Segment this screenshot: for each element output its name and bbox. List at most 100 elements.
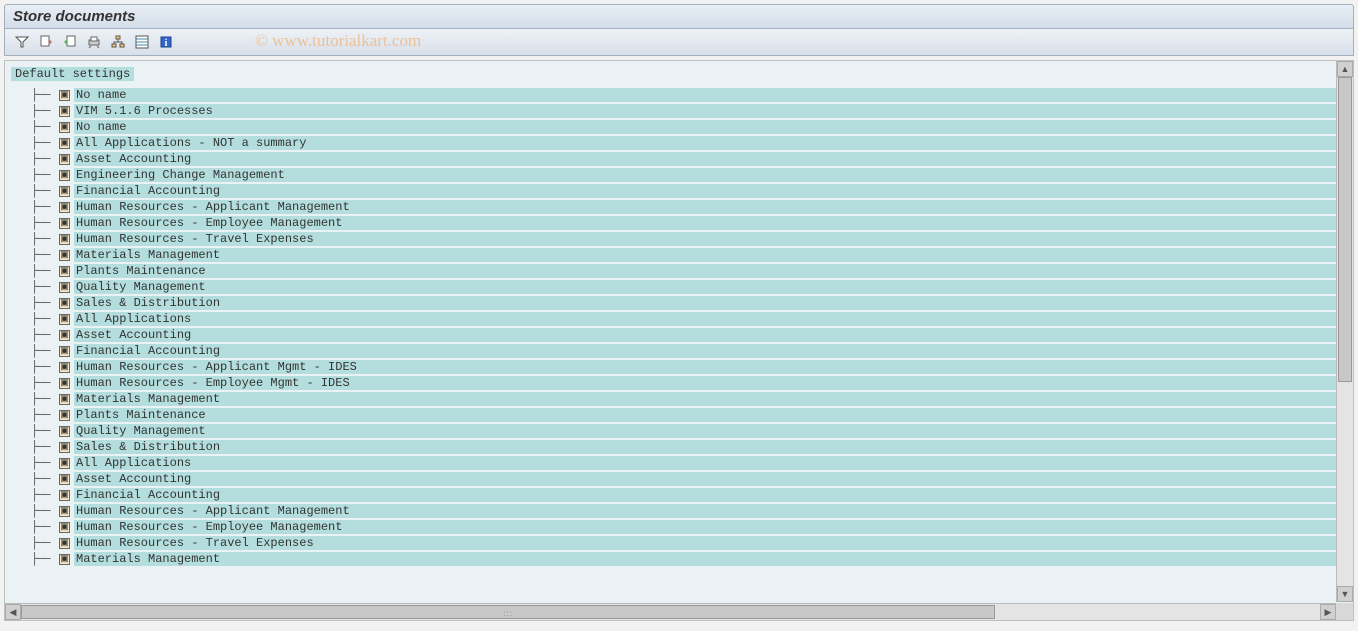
tree-item[interactable]: ▣ All Applications - NOT a summary	[31, 135, 1345, 151]
tree-item[interactable]: ▣ No name	[31, 87, 1345, 103]
tree-item-label[interactable]: Sales & Distribution	[74, 440, 1345, 454]
tree-item[interactable]: ▣ Financial Accounting	[31, 487, 1345, 503]
expand-icon[interactable]: ▣	[59, 154, 70, 165]
expand-icon[interactable]: ▣	[59, 522, 70, 533]
tree-item-label[interactable]: Plants Maintenance	[74, 408, 1345, 422]
tree-item-label[interactable]: Quality Management	[74, 424, 1345, 438]
expand-icon[interactable]: ▣	[59, 378, 70, 389]
tree-item[interactable]: ▣ Quality Management	[31, 279, 1345, 295]
tree-item-label[interactable]: Human Resources - Employee Management	[74, 216, 1345, 230]
expand-icon[interactable]: ▣	[59, 538, 70, 549]
scroll-up-icon[interactable]: ▲	[1337, 61, 1353, 77]
tree-item[interactable]: ▣ Human Resources - Employee Management	[31, 215, 1345, 231]
tree-item-label[interactable]: Engineering Change Management	[74, 168, 1345, 182]
tree-item-label[interactable]: Human Resources - Applicant Management	[74, 504, 1345, 518]
inner-vertical-scrollbar[interactable]: ▲ ▼	[1336, 61, 1353, 602]
tree-item-label[interactable]: Financial Accounting	[74, 488, 1345, 502]
tree-item-label[interactable]: Quality Management	[74, 280, 1345, 294]
info-icon[interactable]: i	[157, 33, 175, 51]
list-icon[interactable]	[133, 33, 151, 51]
tree-item-label[interactable]: No name	[74, 120, 1345, 134]
expand-icon[interactable]: ▣	[59, 362, 70, 373]
tree-item-label[interactable]: All Applications	[74, 456, 1345, 470]
scroll-left-icon[interactable]: ◀	[5, 604, 21, 620]
tree-item[interactable]: ▣ No name	[31, 119, 1345, 135]
inner-horizontal-scrollbar[interactable]: ◀ ::: ▶	[5, 603, 1336, 620]
tree-item[interactable]: ▣ Human Resources - Applicant Mgmt - IDES	[31, 359, 1345, 375]
tree-item[interactable]: ▣ Human Resources - Travel Expenses	[31, 231, 1345, 247]
tree-item[interactable]: ▣ Asset Accounting	[31, 151, 1345, 167]
tree-item[interactable]: ▣ Human Resources - Applicant Management	[31, 503, 1345, 519]
expand-icon[interactable]: ▣	[59, 554, 70, 565]
expand-icon[interactable]: ▣	[59, 490, 70, 501]
tree-item-label[interactable]: Human Resources - Employee Mgmt - IDES	[74, 376, 1345, 390]
tree-item[interactable]: ▣ Human Resources - Applicant Management	[31, 199, 1345, 215]
doc-out-icon[interactable]	[61, 33, 79, 51]
print-icon[interactable]	[85, 33, 103, 51]
tree-item[interactable]: ▣ Financial Accounting	[31, 183, 1345, 199]
tree-item[interactable]: ▣ Human Resources - Employee Mgmt - IDES	[31, 375, 1345, 391]
tree-item[interactable]: ▣ Plants Maintenance	[31, 407, 1345, 423]
expand-icon[interactable]: ▣	[59, 138, 70, 149]
tree-item[interactable]: ▣Sales & Distribution	[31, 439, 1345, 455]
expand-icon[interactable]: ▣	[59, 298, 70, 309]
tree-item[interactable]: ▣ Financial Accounting	[31, 343, 1345, 359]
expand-icon[interactable]: ▣	[59, 282, 70, 293]
tree-item-label[interactable]: All Applications - NOT a summary	[74, 136, 1345, 150]
expand-icon[interactable]: ▣	[59, 202, 70, 213]
expand-icon[interactable]: ▣	[59, 330, 70, 341]
expand-icon[interactable]: ▣	[59, 314, 70, 325]
expand-icon[interactable]: ▣	[59, 506, 70, 517]
expand-icon[interactable]: ▣	[59, 106, 70, 117]
tree-item[interactable]: ▣ Human Resources - Employee Management	[31, 519, 1345, 535]
expand-icon[interactable]: ▣	[59, 250, 70, 261]
expand-icon[interactable]: ▣	[59, 170, 70, 181]
tree-item[interactable]: ▣ Materials Management	[31, 391, 1345, 407]
tree-item-label[interactable]: Materials Management	[74, 248, 1345, 262]
tree-item-label[interactable]: Asset Accounting	[74, 152, 1345, 166]
tree-item-label[interactable]: Human Resources - Travel Expenses	[74, 536, 1345, 550]
expand-icon[interactable]: ▣	[59, 410, 70, 421]
doc-in-icon[interactable]	[37, 33, 55, 51]
tree-item-label[interactable]: VIM 5.1.6 Processes	[74, 104, 1345, 118]
tree-item-label[interactable]: Financial Accounting	[74, 184, 1345, 198]
expand-icon[interactable]: ▣	[59, 186, 70, 197]
scroll-down-icon[interactable]: ▼	[1337, 586, 1353, 602]
tree-item[interactable]: ▣ Plants Maintenance	[31, 263, 1345, 279]
expand-icon[interactable]: ▣	[59, 474, 70, 485]
tree-item[interactable]: ▣ Asset Accounting	[31, 471, 1345, 487]
tree-item-label[interactable]: Human Resources - Applicant Mgmt - IDES	[74, 360, 1345, 374]
expand-icon[interactable]: ▣	[59, 426, 70, 437]
expand-icon[interactable]: ▣	[59, 458, 70, 469]
expand-icon[interactable]: ▣	[59, 266, 70, 277]
tree-item[interactable]: ▣ Materials Management	[31, 551, 1345, 567]
tree-item[interactable]: ▣ Materials Management	[31, 247, 1345, 263]
tree-item[interactable]: ▣ All Applications	[31, 455, 1345, 471]
expand-icon[interactable]: ▣	[59, 90, 70, 101]
tree-item-label[interactable]: Materials Management	[74, 392, 1345, 406]
expand-icon[interactable]: ▣	[59, 234, 70, 245]
expand-icon[interactable]: ▣	[59, 218, 70, 229]
tree-item-label[interactable]: Human Resources - Employee Management	[74, 520, 1345, 534]
scroll-right-icon[interactable]: ▶	[1320, 604, 1336, 620]
tree-item-label[interactable]: Asset Accounting	[74, 328, 1345, 342]
tree-item[interactable]: ▣ Asset Accounting	[31, 327, 1345, 343]
tree-item[interactable]: ▣ Quality Management	[31, 423, 1345, 439]
tree-item-label[interactable]: All Applications	[74, 312, 1345, 326]
hierarchy-icon[interactable]	[109, 33, 127, 51]
tree-item[interactable]: ▣ VIM 5.1.6 Processes	[31, 103, 1345, 119]
tree-item[interactable]: ▣ Sales & Distribution	[31, 295, 1345, 311]
expand-icon[interactable]: ▣	[59, 394, 70, 405]
tree-item-label[interactable]: No name	[74, 88, 1345, 102]
expand-icon[interactable]: ▣	[59, 122, 70, 133]
tree-item-label[interactable]: Materials Management	[74, 552, 1345, 566]
tree-item-label[interactable]: Human Resources - Travel Expenses	[74, 232, 1345, 246]
tree-item-label[interactable]: Plants Maintenance	[74, 264, 1345, 278]
tree-item-label[interactable]: Sales & Distribution	[74, 296, 1345, 310]
tree-item-label[interactable]: Human Resources - Applicant Management	[74, 200, 1345, 214]
tree-item-label[interactable]: Financial Accounting	[74, 344, 1345, 358]
tree-root-label[interactable]: Default settings	[11, 67, 134, 81]
tree-item-label[interactable]: Asset Accounting	[74, 472, 1345, 486]
tree-item[interactable]: ▣ Engineering Change Management	[31, 167, 1345, 183]
expand-icon[interactable]: ▣	[59, 346, 70, 357]
